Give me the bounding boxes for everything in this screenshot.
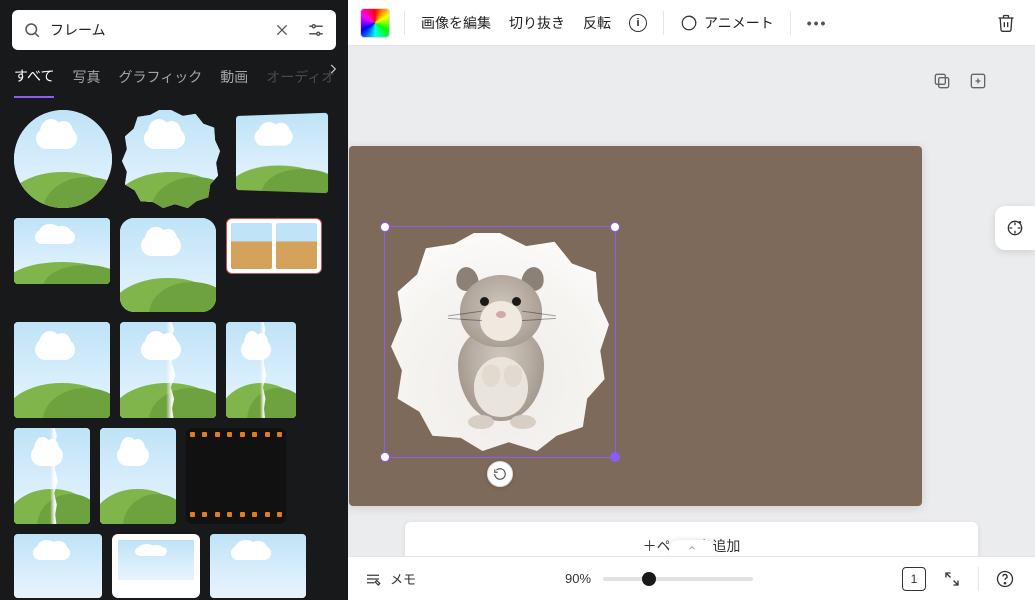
toolbar-separator bbox=[404, 11, 405, 35]
assistant-fab[interactable] bbox=[995, 206, 1035, 250]
rotate-icon bbox=[493, 467, 507, 481]
tabs-scroll-right-icon[interactable] bbox=[326, 62, 340, 79]
bottombar-separator bbox=[978, 567, 979, 591]
notes-label: メモ bbox=[390, 569, 416, 588]
search-icon bbox=[20, 18, 44, 42]
crop-button[interactable]: 切り抜き bbox=[507, 9, 567, 37]
tab-photos[interactable]: 写真 bbox=[72, 67, 100, 97]
rotate-handle[interactable] bbox=[487, 461, 513, 487]
editor-main: 画像を編集 切り抜き 反転 i アニメート ••• bbox=[348, 0, 1035, 600]
framed-image[interactable] bbox=[391, 233, 609, 451]
page-actions bbox=[931, 70, 989, 92]
frame-thumb-torn-wide[interactable] bbox=[120, 322, 216, 418]
tab-graphics[interactable]: グラフィック bbox=[118, 67, 202, 97]
sparkle-icon bbox=[1005, 218, 1025, 238]
frame-thumb-diptych[interactable] bbox=[226, 218, 322, 274]
delete-button[interactable] bbox=[989, 6, 1023, 40]
tab-audio[interactable]: オーディオ bbox=[266, 67, 335, 97]
notes-button[interactable]: メモ bbox=[364, 569, 416, 588]
search-row bbox=[0, 0, 348, 56]
elements-sidebar: すべて 写真 グラフィック 動画 オーディオ bbox=[0, 0, 348, 600]
zoom-slider-thumb[interactable] bbox=[642, 572, 656, 586]
animate-label: アニメート bbox=[704, 13, 774, 33]
frame-thumb-wavy[interactable] bbox=[122, 110, 220, 208]
frame-thumb-square[interactable] bbox=[14, 322, 110, 418]
fullscreen-button[interactable] bbox=[938, 565, 966, 593]
frame-thumb-torn-tall[interactable] bbox=[226, 322, 296, 418]
zoom-label[interactable]: 90% bbox=[565, 571, 591, 586]
duplicate-page-button[interactable] bbox=[931, 70, 953, 92]
animate-icon bbox=[680, 14, 698, 32]
search-filter-button[interactable] bbox=[304, 18, 328, 42]
info-button[interactable]: i bbox=[627, 10, 649, 36]
frame-thumb-torn-2[interactable] bbox=[14, 428, 90, 524]
toolbar-separator bbox=[790, 11, 791, 35]
frame-thumb-landscape-2[interactable] bbox=[14, 534, 102, 598]
bottom-bar: メモ 90% 1 bbox=[348, 556, 1035, 600]
search-box bbox=[12, 10, 336, 50]
category-tabs: すべて 写真 グラフィック 動画 オーディオ bbox=[0, 56, 348, 98]
trash-icon bbox=[996, 13, 1016, 33]
info-icon: i bbox=[629, 14, 647, 32]
help-icon bbox=[995, 569, 1015, 589]
help-button[interactable] bbox=[991, 565, 1019, 593]
resize-handle-bl[interactable] bbox=[380, 452, 390, 462]
chevron-up-icon bbox=[687, 543, 697, 553]
tab-all[interactable]: すべて bbox=[14, 66, 54, 98]
add-page-icon-button[interactable] bbox=[967, 70, 989, 92]
toolbar-separator bbox=[663, 11, 664, 35]
hamster-illustration bbox=[430, 257, 570, 427]
search-results-grid bbox=[0, 98, 348, 600]
context-toolbar: 画像を編集 切り抜き 反転 i アニメート ••• bbox=[348, 0, 1035, 46]
color-picker-button[interactable] bbox=[360, 8, 390, 38]
fullscreen-icon bbox=[943, 570, 961, 588]
frame-thumb-film[interactable] bbox=[186, 428, 286, 524]
frame-thumb-arched-strokes[interactable] bbox=[100, 428, 176, 524]
selection-box[interactable] bbox=[384, 226, 616, 458]
clear-search-button[interactable] bbox=[270, 18, 294, 42]
frame-thumb-circle[interactable] bbox=[14, 110, 112, 208]
flip-button[interactable]: 反転 bbox=[581, 9, 613, 37]
frame-thumb-landscape-3[interactable] bbox=[210, 534, 306, 598]
resize-handle-tr[interactable] bbox=[610, 222, 620, 232]
artboard[interactable] bbox=[349, 146, 922, 506]
resize-handle-br[interactable] bbox=[610, 452, 620, 462]
zoom-slider[interactable] bbox=[603, 577, 753, 581]
notes-icon bbox=[364, 570, 382, 588]
more-options-button[interactable]: ••• bbox=[805, 11, 830, 35]
zoom-controls: 90% bbox=[565, 571, 753, 586]
frame-thumb-rounded-square[interactable] bbox=[120, 218, 216, 312]
tab-videos[interactable]: 動画 bbox=[220, 67, 248, 97]
frame-thumb-landscape[interactable] bbox=[14, 218, 110, 284]
frame-thumb-polaroid[interactable] bbox=[112, 534, 200, 598]
page-count-button[interactable]: 1 bbox=[902, 567, 926, 591]
canvas-area[interactable]: ＋ページを追加 bbox=[348, 46, 1035, 556]
frame-thumb-perspective[interactable] bbox=[230, 110, 330, 196]
search-input[interactable] bbox=[50, 22, 264, 38]
resize-handle-tl[interactable] bbox=[380, 222, 390, 232]
pages-drawer-handle[interactable] bbox=[669, 540, 715, 556]
edit-image-button[interactable]: 画像を編集 bbox=[419, 9, 493, 37]
animate-button[interactable]: アニメート bbox=[678, 9, 776, 37]
